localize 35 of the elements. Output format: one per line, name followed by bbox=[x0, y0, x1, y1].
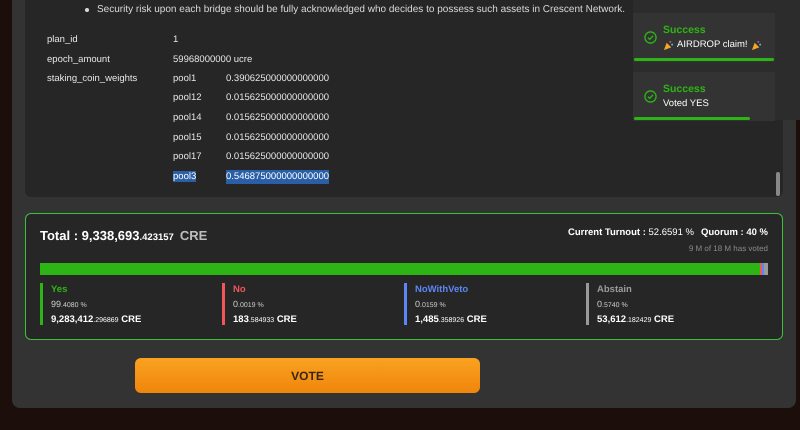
option-name: No bbox=[233, 283, 247, 298]
option-name: Yes bbox=[51, 283, 68, 298]
toast-title: Success bbox=[663, 82, 707, 96]
pool-name: pool17 bbox=[173, 151, 202, 162]
pool-weight: 0.015625000000000000 bbox=[226, 111, 330, 126]
pool-weight: 0.390625000000000000 bbox=[226, 72, 330, 86]
field-label: epoch_amount bbox=[47, 52, 111, 67]
option-name: Abstain bbox=[597, 283, 633, 298]
field-value: 1 bbox=[173, 33, 178, 47]
pool-weight: 0.015625000000000000 bbox=[226, 91, 330, 106]
check-circle-icon bbox=[644, 31, 657, 44]
total-amount: Total : 9,338,693.423157 CRE bbox=[40, 227, 208, 245]
pool-name: pool1 bbox=[173, 72, 196, 84]
check-circle-icon bbox=[644, 90, 657, 103]
description-text: Security risk upon each bridge should be fully acknowledged who decides to possess such assets in Crescent Network. bbox=[97, 3, 626, 17]
voted-text: 9 M of 18 M has voted bbox=[688, 243, 768, 256]
turnout-text: Current Turnout : 52.6591 % bbox=[568, 226, 694, 240]
field-label: plan_id bbox=[47, 33, 79, 47]
pool-name: pool15 bbox=[173, 132, 202, 143]
scrollbar[interactable] bbox=[776, 172, 780, 196]
pool-weight: 0.015625000000000000 bbox=[226, 150, 330, 164]
pool-name: pool12 bbox=[173, 92, 202, 104]
pool-weight: 0.546875000000000000 bbox=[226, 170, 330, 184]
bullet-icon bbox=[85, 8, 89, 12]
quorum-text: Quorum : 40 % bbox=[700, 226, 768, 240]
vote-button[interactable]: VOTE bbox=[135, 358, 480, 393]
toast-message: Voted YES bbox=[663, 97, 709, 112]
pool-name: pool3 bbox=[173, 170, 196, 182]
option-name: NoWithVeto bbox=[415, 283, 470, 298]
pool-name: pool14 bbox=[173, 112, 202, 124]
field-value: 59968000000 ucre bbox=[173, 52, 252, 67]
field-label: staking_coin_weights bbox=[47, 72, 138, 86]
toast-title: Success bbox=[663, 22, 707, 38]
toast-message: AIRDROP claim! bbox=[677, 38, 748, 52]
pool-weight: 0.015625000000000000 bbox=[226, 130, 330, 145]
